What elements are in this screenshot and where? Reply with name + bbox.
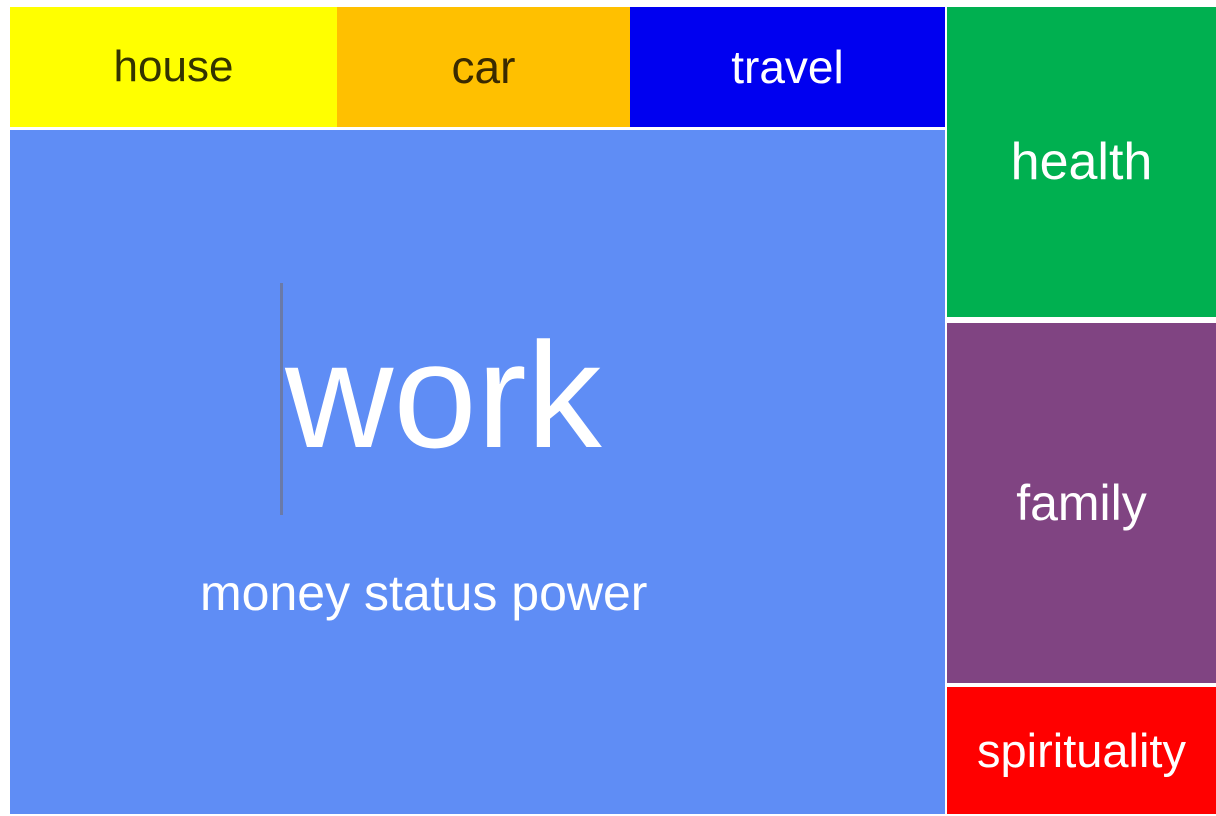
text-cursor — [280, 283, 283, 515]
work-label: work — [285, 311, 602, 479]
health-tile: health — [947, 7, 1216, 317]
family-tile: family — [947, 323, 1216, 683]
life-treemap: house car travel work money status power… — [10, 7, 1216, 814]
work-tile: work money status power — [10, 130, 945, 814]
spirituality-label: spirituality — [977, 724, 1186, 777]
health-label: health — [1010, 133, 1153, 191]
spirituality-tile: spirituality — [947, 687, 1216, 814]
family-label: family — [1016, 475, 1147, 531]
work-subtitle: money status power — [200, 565, 648, 621]
car-label: car — [451, 41, 516, 93]
house-tile: house — [10, 7, 337, 127]
travel-label: travel — [731, 41, 844, 93]
car-tile: car — [337, 7, 630, 127]
travel-tile: travel — [630, 7, 945, 127]
house-label: house — [113, 42, 234, 91]
